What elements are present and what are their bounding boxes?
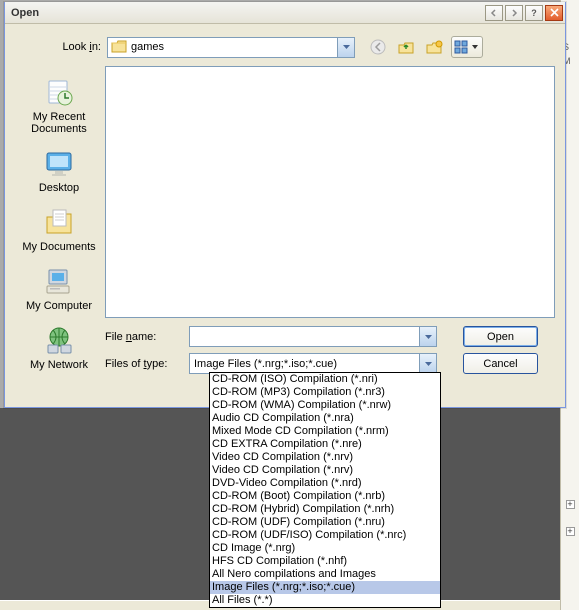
help-button[interactable]: ? (525, 5, 543, 21)
open-dialog: Open ? Look in: games (4, 2, 566, 408)
recent-documents-icon (42, 76, 76, 108)
place-label: Desktop (39, 182, 79, 194)
cancel-button[interactable]: Cancel (463, 353, 538, 374)
new-folder-icon[interactable] (423, 36, 445, 58)
filetype-option[interactable]: CD EXTRA Compilation (*.nre) (210, 438, 440, 451)
filetype-option[interactable]: Audio CD Compilation (*.nra) (210, 412, 440, 425)
filetype-option[interactable]: DVD-Video Compilation (*.nrd) (210, 477, 440, 490)
dialog-body: Look in: games (5, 24, 565, 407)
filetype-option[interactable]: CD-ROM (ISO) Compilation (*.nri) (210, 373, 440, 386)
place-recent-documents[interactable]: My RecentDocuments (15, 70, 103, 141)
close-button[interactable] (545, 5, 563, 21)
filetype-option[interactable]: Image Files (*.nrg;*.iso;*.cue) (210, 581, 440, 594)
look-in-label: Look in: (45, 41, 107, 53)
filetype-option[interactable]: CD-ROM (Hybrid) Compilation (*.nrh) (210, 503, 440, 516)
file-name-input[interactable] (189, 326, 437, 347)
filetype-option[interactable]: CD-ROM (UDF) Compilation (*.nru) (210, 516, 440, 529)
my-network-icon (42, 324, 76, 356)
filetype-option[interactable]: HFS CD Compilation (*.nhf) (210, 555, 440, 568)
place-label: My Computer (26, 300, 92, 312)
chevron-down-icon (470, 45, 480, 49)
place-label: My Network (30, 359, 88, 371)
filetype-option[interactable]: All Files (*.*) (210, 594, 440, 607)
files-of-type-combo[interactable]: Image Files (*.nrg;*.iso;*.cue) (189, 353, 437, 374)
filetype-option[interactable]: CD Image (*.nrg) (210, 542, 440, 555)
filetype-option[interactable]: Video CD Compilation (*.nrv) (210, 451, 440, 464)
place-my-network[interactable]: My Network (15, 318, 103, 377)
filetype-option[interactable]: Mixed Mode CD Compilation (*.nrm) (210, 425, 440, 438)
look-in-combo[interactable]: games (107, 37, 355, 58)
places-bar: My RecentDocuments Desktop (15, 66, 103, 318)
file-list-area[interactable] (105, 66, 555, 318)
filetype-option[interactable]: CD-ROM (WMA) Compilation (*.nrw) (210, 399, 440, 412)
tree-expand-icon[interactable]: + (566, 527, 575, 536)
filetype-option[interactable]: CD-ROM (MP3) Compilation (*.nr3) (210, 386, 440, 399)
up-one-level-icon[interactable] (395, 36, 417, 58)
filetype-option[interactable]: CD-ROM (Boot) Compilation (*.nrb) (210, 490, 440, 503)
filetype-option[interactable]: CD-ROM (UDF/ISO) Compilation (*.nrc) (210, 529, 440, 542)
view-menu-button[interactable] (451, 36, 483, 58)
desktop-icon (42, 147, 76, 179)
files-of-type-label: Files of type: (105, 358, 189, 370)
open-button[interactable]: Open (463, 326, 538, 347)
look-in-value: games (131, 41, 164, 53)
place-label: My RecentDocuments (31, 111, 87, 135)
filetype-option[interactable]: All Nero compilations and Images (210, 568, 440, 581)
my-computer-icon (42, 265, 76, 297)
my-documents-icon (42, 206, 76, 238)
place-desktop[interactable]: Desktop (15, 141, 103, 200)
tree-expand-icon[interactable]: + (566, 500, 575, 509)
file-name-dropdown-arrow[interactable] (419, 327, 436, 346)
look-in-dropdown-arrow[interactable] (337, 38, 354, 57)
place-my-computer[interactable]: My Computer (15, 259, 103, 318)
folder-icon (111, 40, 127, 54)
files-of-type-value: Image Files (*.nrg;*.iso;*.cue) (194, 358, 337, 370)
titlebar-next-button[interactable] (505, 5, 523, 21)
place-label: My Documents (22, 241, 95, 253)
files-of-type-dropdown-arrow[interactable] (419, 354, 436, 373)
file-name-label: File name: (105, 331, 189, 343)
files-of-type-dropdown-list[interactable]: CD-ROM (ISO) Compilation (*.nri)CD-ROM (… (209, 372, 441, 608)
titlebar-prev-button[interactable] (485, 5, 503, 21)
window-title: Open (11, 7, 483, 19)
place-my-documents[interactable]: My Documents (15, 200, 103, 259)
filetype-option[interactable]: Video CD Compilation (*.nrv) (210, 464, 440, 477)
back-icon[interactable] (367, 36, 389, 58)
titlebar: Open ? (5, 2, 565, 24)
